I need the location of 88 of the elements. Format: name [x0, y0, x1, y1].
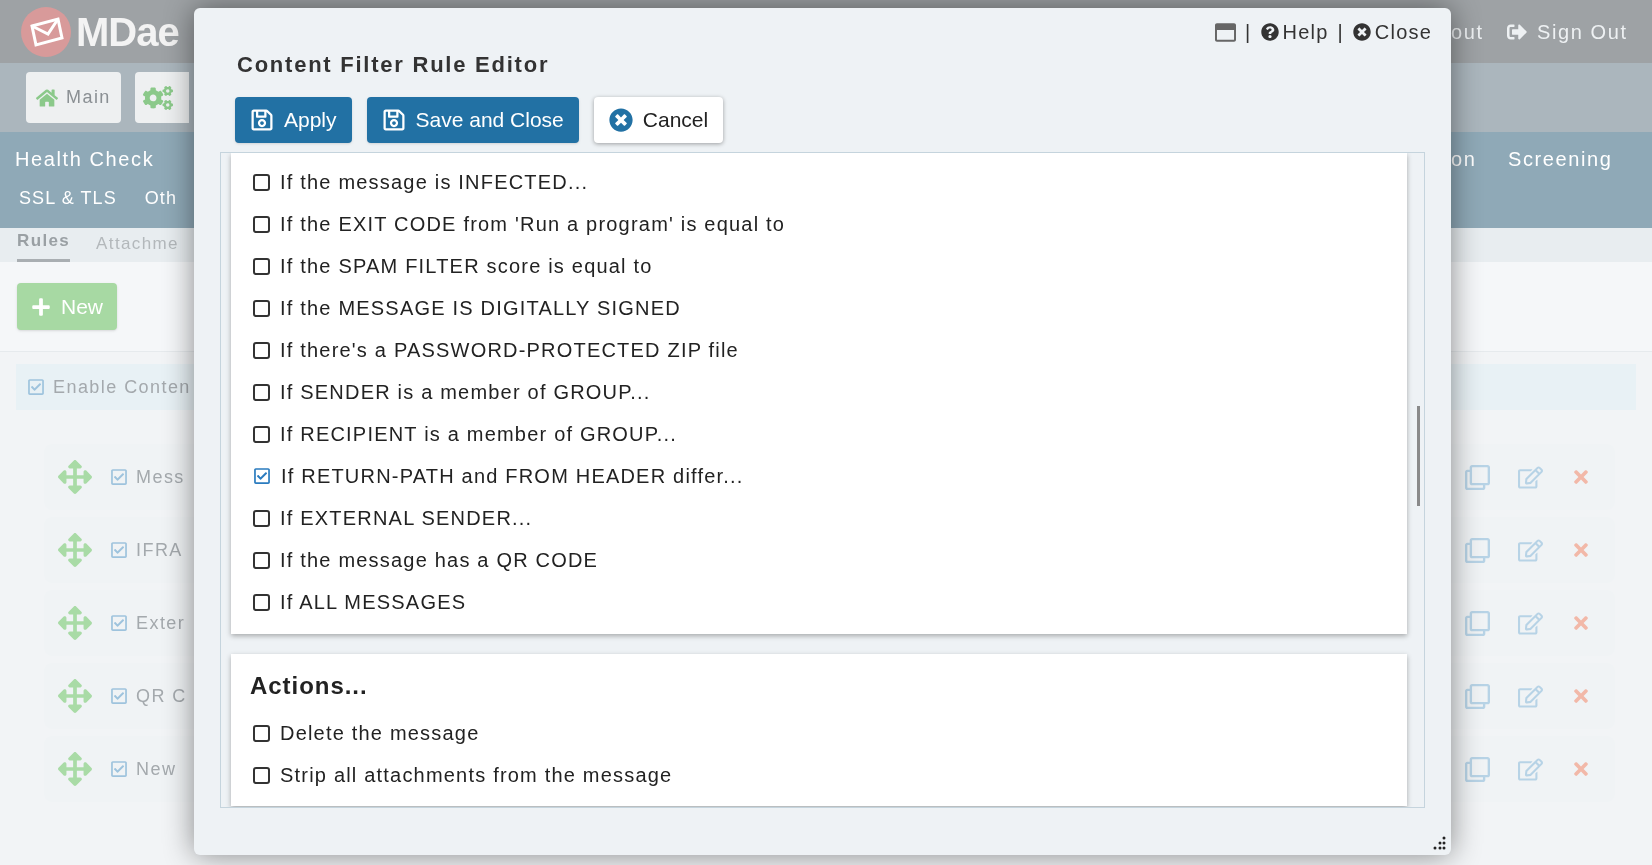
delete-icon[interactable]: [1571, 467, 1591, 487]
nav-tab[interactable]: SSL & TLS: [19, 185, 117, 212]
edit-icon[interactable]: [1518, 464, 1543, 490]
checkbox[interactable]: [253, 425, 270, 443]
nav-tab[interactable]: Screening: [1508, 143, 1613, 174]
option-label: If the message has a QR CODE: [280, 548, 599, 573]
help-icon: [1260, 23, 1279, 41]
home-icon: [36, 86, 58, 109]
nav-tab[interactable]: Health Check: [15, 147, 155, 170]
checkbox[interactable]: [253, 341, 270, 359]
copy-icon[interactable]: [1465, 756, 1490, 782]
delete-icon[interactable]: [1571, 759, 1591, 779]
checkbox[interactable]: [110, 468, 128, 486]
delete-icon[interactable]: [1571, 613, 1591, 633]
rule-name: IFRA: [136, 538, 183, 562]
cancel-icon: [608, 108, 633, 132]
close-link[interactable]: Close: [1352, 17, 1432, 47]
nav-link[interactable]: out: [1451, 16, 1507, 47]
separator: |: [1337, 20, 1344, 45]
help-link[interactable]: Help: [1260, 17, 1329, 47]
option-label: If RECIPIENT is a member of GROUP...: [280, 422, 677, 447]
delete-icon[interactable]: [1571, 686, 1591, 706]
separator: |: [1245, 20, 1252, 45]
new-button[interactable]: New: [17, 283, 117, 330]
envelope-logo-icon: [20, 5, 72, 58]
settings-button[interactable]: [134, 72, 189, 123]
checkbox[interactable]: [253, 215, 270, 233]
edit-icon[interactable]: [1518, 683, 1543, 709]
checkbox[interactable]: [27, 378, 45, 396]
sign-out-link[interactable]: Sign Out: [1507, 16, 1628, 47]
option-label: Delete the message: [280, 721, 480, 746]
rule-name: Mess: [136, 465, 185, 489]
option-label: If the SPAM FILTER score is equal to: [280, 254, 653, 279]
edit-icon[interactable]: [1518, 537, 1543, 563]
enable-label: Enable Conten: [53, 375, 191, 399]
gears-icon: [142, 83, 173, 112]
checkbox[interactable]: [253, 724, 270, 742]
move-icon: [58, 460, 92, 494]
copy-icon[interactable]: [1465, 610, 1490, 636]
delete-icon[interactable]: [1571, 540, 1591, 560]
nav-tab[interactable]: on: [1451, 143, 1508, 174]
checkbox[interactable]: [253, 593, 270, 611]
checkbox[interactable]: [110, 687, 128, 705]
nav-tab[interactable]: Oth: [144, 185, 178, 212]
edit-icon[interactable]: [1518, 756, 1543, 782]
move-icon: [58, 752, 92, 786]
plus-icon: [31, 296, 51, 317]
option-label: If EXTERNAL SENDER...: [280, 506, 533, 531]
option-label: If the MESSAGE IS DIGITALLY SIGNED: [280, 296, 681, 321]
option-label: If ALL MESSAGES: [280, 590, 467, 615]
logo-text: MDae: [76, 8, 179, 56]
move-icon: [58, 679, 92, 713]
maximize-icon[interactable]: [1215, 21, 1237, 43]
checkbox[interactable]: [253, 509, 270, 527]
actions-heading: Actions...: [249, 671, 369, 701]
move-icon: [58, 606, 92, 640]
checkbox[interactable]: [253, 383, 270, 401]
rule-name: Exter: [136, 611, 186, 635]
copy-icon[interactable]: [1465, 683, 1490, 709]
checkbox[interactable]: [253, 173, 270, 191]
option-label: If SENDER is a member of GROUP...: [280, 380, 651, 405]
save-button[interactable]: Apply: [235, 97, 352, 143]
checkbox[interactable]: [110, 614, 128, 632]
rule-name: New: [136, 757, 177, 781]
option-label: If the message is INFECTED...: [280, 170, 589, 195]
copy-icon[interactable]: [1465, 537, 1490, 563]
checkbox[interactable]: [253, 467, 271, 485]
checkbox[interactable]: [253, 766, 270, 784]
copy-icon[interactable]: [1465, 464, 1490, 490]
rule-name: QR C: [136, 684, 187, 708]
checkbox[interactable]: [253, 299, 270, 317]
dialog-title: Content Filter Rule Editor: [236, 51, 551, 79]
checkbox[interactable]: [110, 760, 128, 778]
option-label: If the EXIT CODE from 'Run a program' is equal to: [280, 212, 786, 237]
option-label: Strip all attachments from the message: [280, 763, 673, 788]
resize-grip-icon[interactable]: [1431, 835, 1447, 851]
close-icon: [1352, 23, 1371, 41]
save-button[interactable]: Save and Close: [366, 97, 579, 143]
checkbox[interactable]: [110, 541, 128, 559]
cancel-button[interactable]: Cancel: [593, 97, 724, 143]
option-label: If there's a PASSWORD-PROTECTED ZIP file: [280, 338, 739, 363]
option-label: If RETURN-PATH and FROM HEADER differ...: [281, 464, 744, 489]
move-icon: [58, 533, 92, 567]
edit-icon[interactable]: [1518, 610, 1543, 636]
main-button[interactable]: Main: [26, 72, 121, 123]
checkbox[interactable]: [253, 257, 270, 275]
scrollbar-thumb[interactable]: [1417, 406, 1420, 506]
checkbox[interactable]: [253, 551, 270, 569]
